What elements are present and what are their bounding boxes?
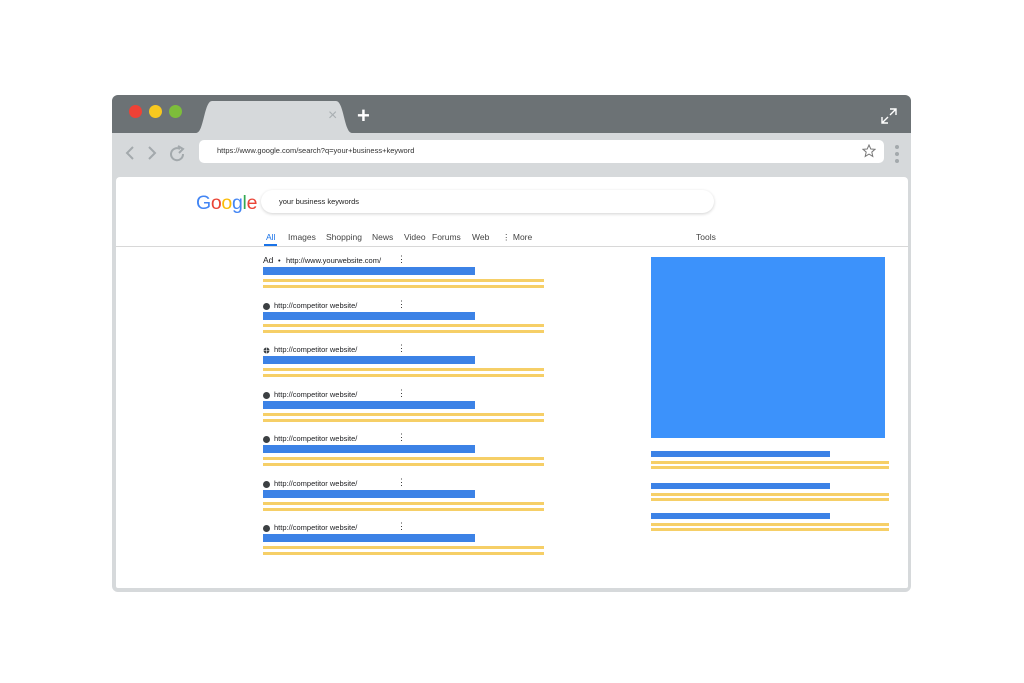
result-title[interactable]	[263, 445, 475, 453]
result-snippet-line	[263, 418, 544, 422]
result-snippet-line	[263, 507, 544, 511]
search-result[interactable]: http://competitor website/ ⋮	[263, 388, 553, 433]
result-menu-icon[interactable]: ⋮	[397, 254, 406, 265]
back-icon[interactable]	[124, 145, 136, 161]
forward-icon[interactable]	[146, 145, 158, 161]
address-text: https://www.google.com/search?q=your+bus…	[217, 146, 415, 155]
result-menu-icon[interactable]: ⋮	[397, 343, 406, 354]
result-menu-icon[interactable]: ⋮	[397, 521, 406, 532]
side-result-title[interactable]	[651, 483, 830, 489]
side-result-line	[651, 528, 889, 531]
result-snippet-line	[263, 457, 544, 460]
search-result[interactable]: http://competitor website/ ⋮	[263, 521, 553, 566]
toolbar: https://www.google.com/search?q=your+bus…	[112, 133, 911, 175]
result-menu-icon[interactable]: ⋮	[397, 388, 406, 399]
logo-letter: e	[246, 192, 258, 214]
result-snippet-line	[263, 463, 544, 466]
result-snippet-line	[263, 329, 544, 333]
result-menu-icon[interactable]: ⋮	[397, 299, 406, 310]
result-title[interactable]	[263, 356, 475, 364]
search-result[interactable]: http://competitor website/ ⋮	[263, 477, 553, 522]
tab-web[interactable]: Web	[472, 232, 489, 242]
result-snippet-line	[263, 552, 544, 555]
result-url[interactable]: http://competitor website/	[274, 479, 357, 488]
ad-separator: •	[278, 256, 281, 265]
result-title[interactable]	[263, 311, 475, 320]
result-url[interactable]: http://www.yourwebsite.com/	[286, 256, 381, 265]
result-title[interactable]	[263, 489, 475, 498]
logo-letter: o	[221, 192, 232, 214]
search-query: your business keywords	[279, 197, 360, 206]
result-snippet-line	[263, 501, 544, 505]
result-url[interactable]: http://competitor website/	[274, 523, 357, 532]
tab-forums[interactable]: Forums	[432, 232, 461, 242]
address-bar[interactable]: https://www.google.com/search?q=your+bus…	[199, 140, 884, 163]
minimize-window-button[interactable]	[149, 105, 162, 118]
search-result[interactable]: http://competitor website/ ⋮	[263, 299, 553, 344]
site-favicon-icon	[263, 391, 270, 399]
logo-letter: G	[196, 192, 211, 214]
side-result-line	[651, 498, 889, 501]
new-tab-button[interactable]: +	[357, 105, 370, 127]
site-favicon-icon	[263, 480, 270, 488]
tab-video[interactable]: Video	[404, 232, 426, 242]
site-favicon-icon	[263, 436, 270, 443]
close-window-button[interactable]	[129, 105, 142, 118]
side-result-line	[651, 466, 889, 469]
result-menu-icon[interactable]: ⋮	[397, 477, 406, 488]
site-favicon-icon	[263, 302, 270, 310]
site-favicon-icon	[263, 525, 270, 532]
browser-window: × + https://www.google.com/search?q=your…	[112, 95, 911, 592]
globe-icon	[263, 347, 270, 354]
result-snippet-line	[263, 323, 544, 327]
side-result-line	[651, 461, 889, 464]
side-result-title[interactable]	[651, 513, 830, 519]
tab-close-icon[interactable]: ×	[328, 108, 337, 124]
side-result[interactable]	[651, 483, 889, 503]
logo-letter: o	[210, 192, 222, 214]
maximize-window-button[interactable]	[169, 105, 182, 118]
tab-images[interactable]: Images	[288, 232, 316, 242]
tab-more[interactable]: ⋮ More	[502, 232, 532, 243]
tab-shopping[interactable]: Shopping	[326, 232, 362, 242]
search-input[interactable]: your business keywords	[261, 190, 714, 213]
bookmark-star-icon[interactable]	[862, 144, 876, 158]
search-result[interactable]: http://competitor website/ ⋮	[263, 432, 553, 477]
result-snippet-line	[263, 412, 544, 416]
result-title[interactable]	[263, 267, 475, 275]
reload-icon[interactable]	[168, 145, 188, 163]
google-logo[interactable]: Google	[196, 192, 257, 215]
result-url[interactable]: http://competitor website/	[274, 301, 357, 310]
title-bar: × +	[112, 95, 911, 133]
search-result[interactable]: http://competitor website/ ⋮	[263, 343, 553, 388]
page-viewport: Google your business keywords All Images S…	[116, 177, 908, 588]
result-snippet-line	[263, 374, 544, 377]
side-result-line	[651, 493, 889, 496]
result-menu-icon[interactable]: ⋮	[397, 432, 406, 443]
tab-all[interactable]: All	[266, 232, 275, 242]
side-result-line	[651, 523, 889, 526]
result-url[interactable]: http://competitor website/	[274, 390, 357, 399]
result-title[interactable]	[263, 400, 475, 409]
logo-letter: g	[231, 192, 243, 214]
tools-button[interactable]: Tools	[696, 232, 716, 242]
result-snippet-line	[263, 368, 544, 371]
expand-icon[interactable]	[880, 107, 898, 125]
result-url[interactable]: http://competitor website/	[274, 434, 357, 443]
tab-news[interactable]: News	[372, 232, 393, 242]
result-snippet-line	[263, 279, 544, 282]
knowledge-panel-image[interactable]	[651, 257, 885, 438]
header-divider	[116, 246, 908, 247]
side-result[interactable]	[651, 451, 889, 471]
ad-result[interactable]: Ad • http://www.yourwebsite.com/ ⋮	[263, 254, 553, 299]
result-snippet-line	[263, 285, 544, 288]
result-title[interactable]	[263, 534, 475, 542]
browser-menu-icon[interactable]	[894, 144, 900, 164]
result-snippet-line	[263, 546, 544, 549]
side-result[interactable]	[651, 513, 889, 533]
ad-label: Ad	[263, 255, 274, 265]
result-url[interactable]: http://competitor website/	[274, 345, 357, 354]
side-result-title[interactable]	[651, 451, 830, 457]
